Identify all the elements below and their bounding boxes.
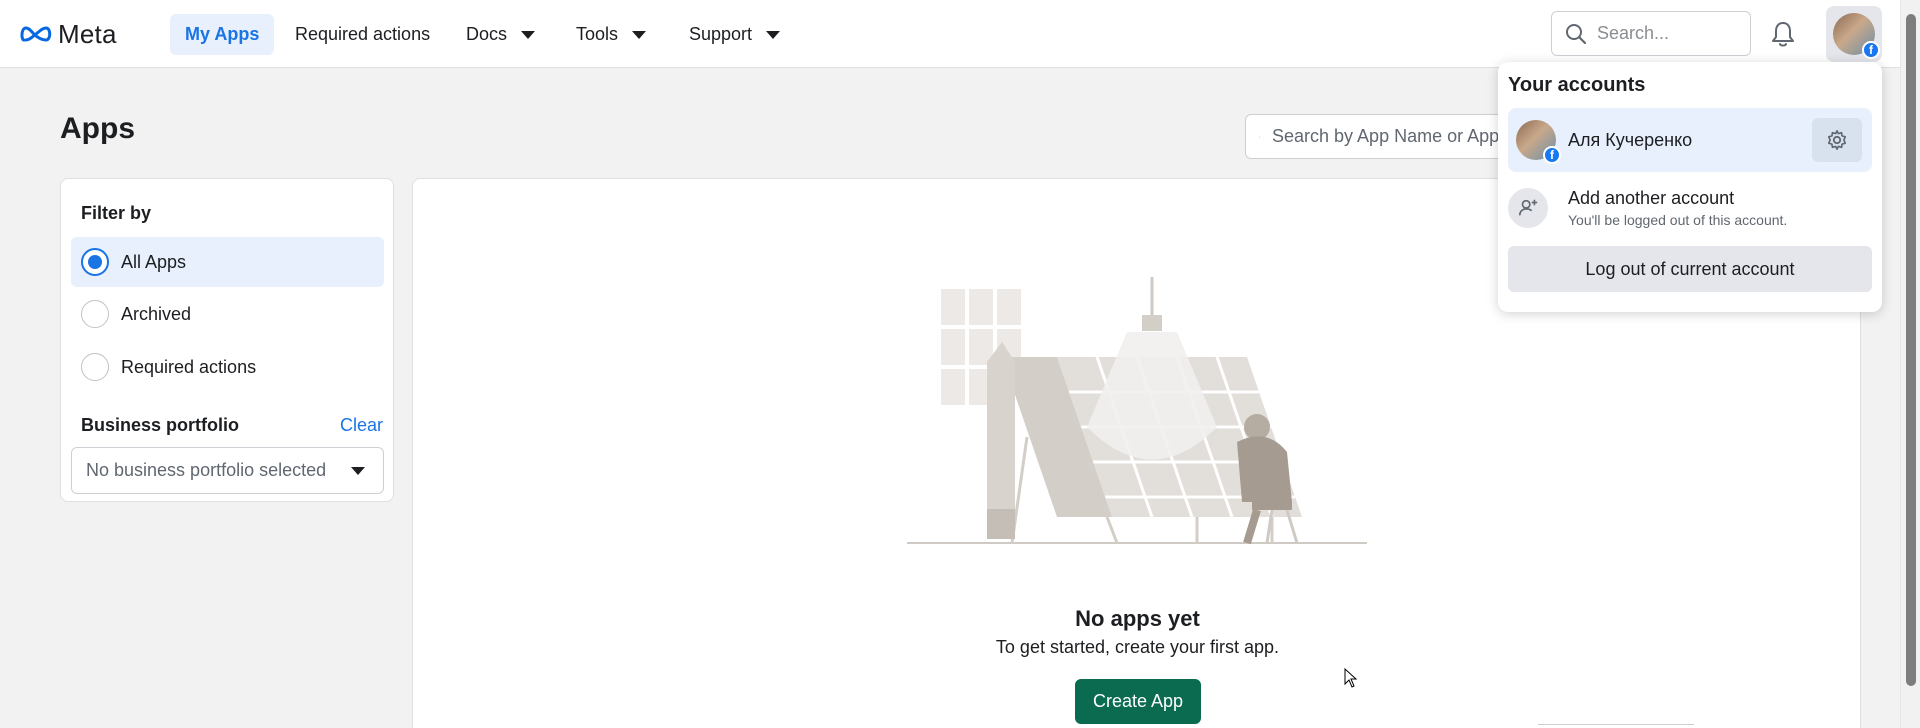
app-search-input[interactable]	[1272, 126, 1504, 147]
search-icon	[1566, 23, 1587, 44]
nav-support[interactable]: Support	[674, 14, 795, 55]
empty-state-illustration	[907, 277, 1367, 545]
empty-state-title: No apps yet	[1075, 606, 1200, 631]
radio-button[interactable]	[81, 353, 109, 381]
nav-my-apps-label: My Apps	[185, 24, 260, 44]
filter-option-label: Required actions	[121, 356, 257, 377]
radio-button[interactable]	[81, 300, 109, 328]
facebook-icon: f	[1862, 41, 1880, 59]
accounts-title: Your accounts	[1508, 74, 1646, 96]
nav-required-actions-label: Required actions	[295, 24, 431, 44]
add-user-icon	[1518, 199, 1538, 216]
meta-logo[interactable]: Meta	[20, 18, 117, 49]
facebook-icon: f	[1543, 146, 1561, 164]
meta-infinity-icon	[20, 26, 52, 42]
avatar: f	[1516, 120, 1561, 164]
notification-bell-icon[interactable]	[1770, 20, 1796, 48]
add-account-title[interactable]: Add another account	[1568, 188, 1734, 209]
filter-option-archived[interactable]: Archived	[71, 289, 384, 339]
page-scrollbar[interactable]	[1900, 0, 1920, 728]
nav-required-actions[interactable]: Required actions	[280, 14, 445, 55]
nav-tools-label: Tools	[576, 24, 619, 44]
search-icon	[1259, 136, 1260, 137]
filter-panel: Filter by All Apps Archived Required act…	[60, 178, 394, 502]
filter-option-label: All Apps	[121, 251, 187, 272]
nav-my-apps[interactable]: My Apps	[170, 14, 275, 55]
page-title: Apps	[60, 112, 135, 145]
app-search-box[interactable]	[1245, 114, 1505, 159]
account-settings-button[interactable]	[1812, 118, 1862, 162]
popup-edge	[1538, 724, 1694, 728]
empty-state-subtitle: To get started, create your first app.	[995, 637, 1280, 657]
scrollbar-thumb[interactable]	[1906, 14, 1916, 686]
logout-button[interactable]: Log out of current account	[1508, 246, 1872, 292]
current-account-name: Аля Кучеренко	[1568, 130, 1693, 150]
current-account-row[interactable]: f Аля Кучеренко	[1508, 108, 1872, 172]
filter-title: Filter by	[81, 203, 152, 223]
nav-search-input[interactable]	[1597, 23, 1737, 44]
accounts-dropdown: Your accounts f Аля Кучеренко Add anothe…	[1498, 62, 1882, 312]
mouse-cursor-icon	[1344, 668, 1358, 688]
business-portfolio-select[interactable]: No business portfolio selected	[71, 447, 384, 494]
nav-docs-label: Docs	[466, 24, 508, 44]
filter-option-label: Archived	[121, 303, 192, 324]
add-account-subtitle: You'll be logged out of this account.	[1568, 212, 1788, 228]
clear-link[interactable]: Clear	[340, 415, 383, 436]
avatar: f	[1833, 13, 1880, 59]
add-account-icon-wrap[interactable]	[1508, 188, 1548, 228]
nav-search-box[interactable]	[1551, 11, 1751, 56]
business-portfolio-value: No business portfolio selected	[86, 460, 327, 480]
filter-option-all-apps[interactable]: All Apps	[71, 237, 384, 287]
chevron-down-icon	[632, 30, 647, 39]
gear-icon	[1827, 130, 1847, 150]
create-app-button[interactable]: Create App	[1075, 679, 1201, 724]
filter-option-required-actions[interactable]: Required actions	[71, 342, 384, 392]
top-nav: Meta My Apps Required actions Docs Tools…	[0, 0, 1900, 68]
radio-button[interactable]	[81, 248, 109, 276]
chevron-down-icon	[766, 30, 781, 39]
meta-logo-text: Meta	[58, 18, 117, 49]
business-portfolio-title: Business portfolio	[81, 415, 240, 435]
chevron-down-icon	[351, 467, 365, 475]
nav-support-label: Support	[689, 24, 753, 44]
nav-docs[interactable]: Docs	[451, 14, 550, 55]
chevron-down-icon	[521, 30, 536, 39]
account-avatar-button[interactable]: f	[1826, 6, 1882, 62]
nav-tools[interactable]: Tools	[561, 14, 661, 55]
